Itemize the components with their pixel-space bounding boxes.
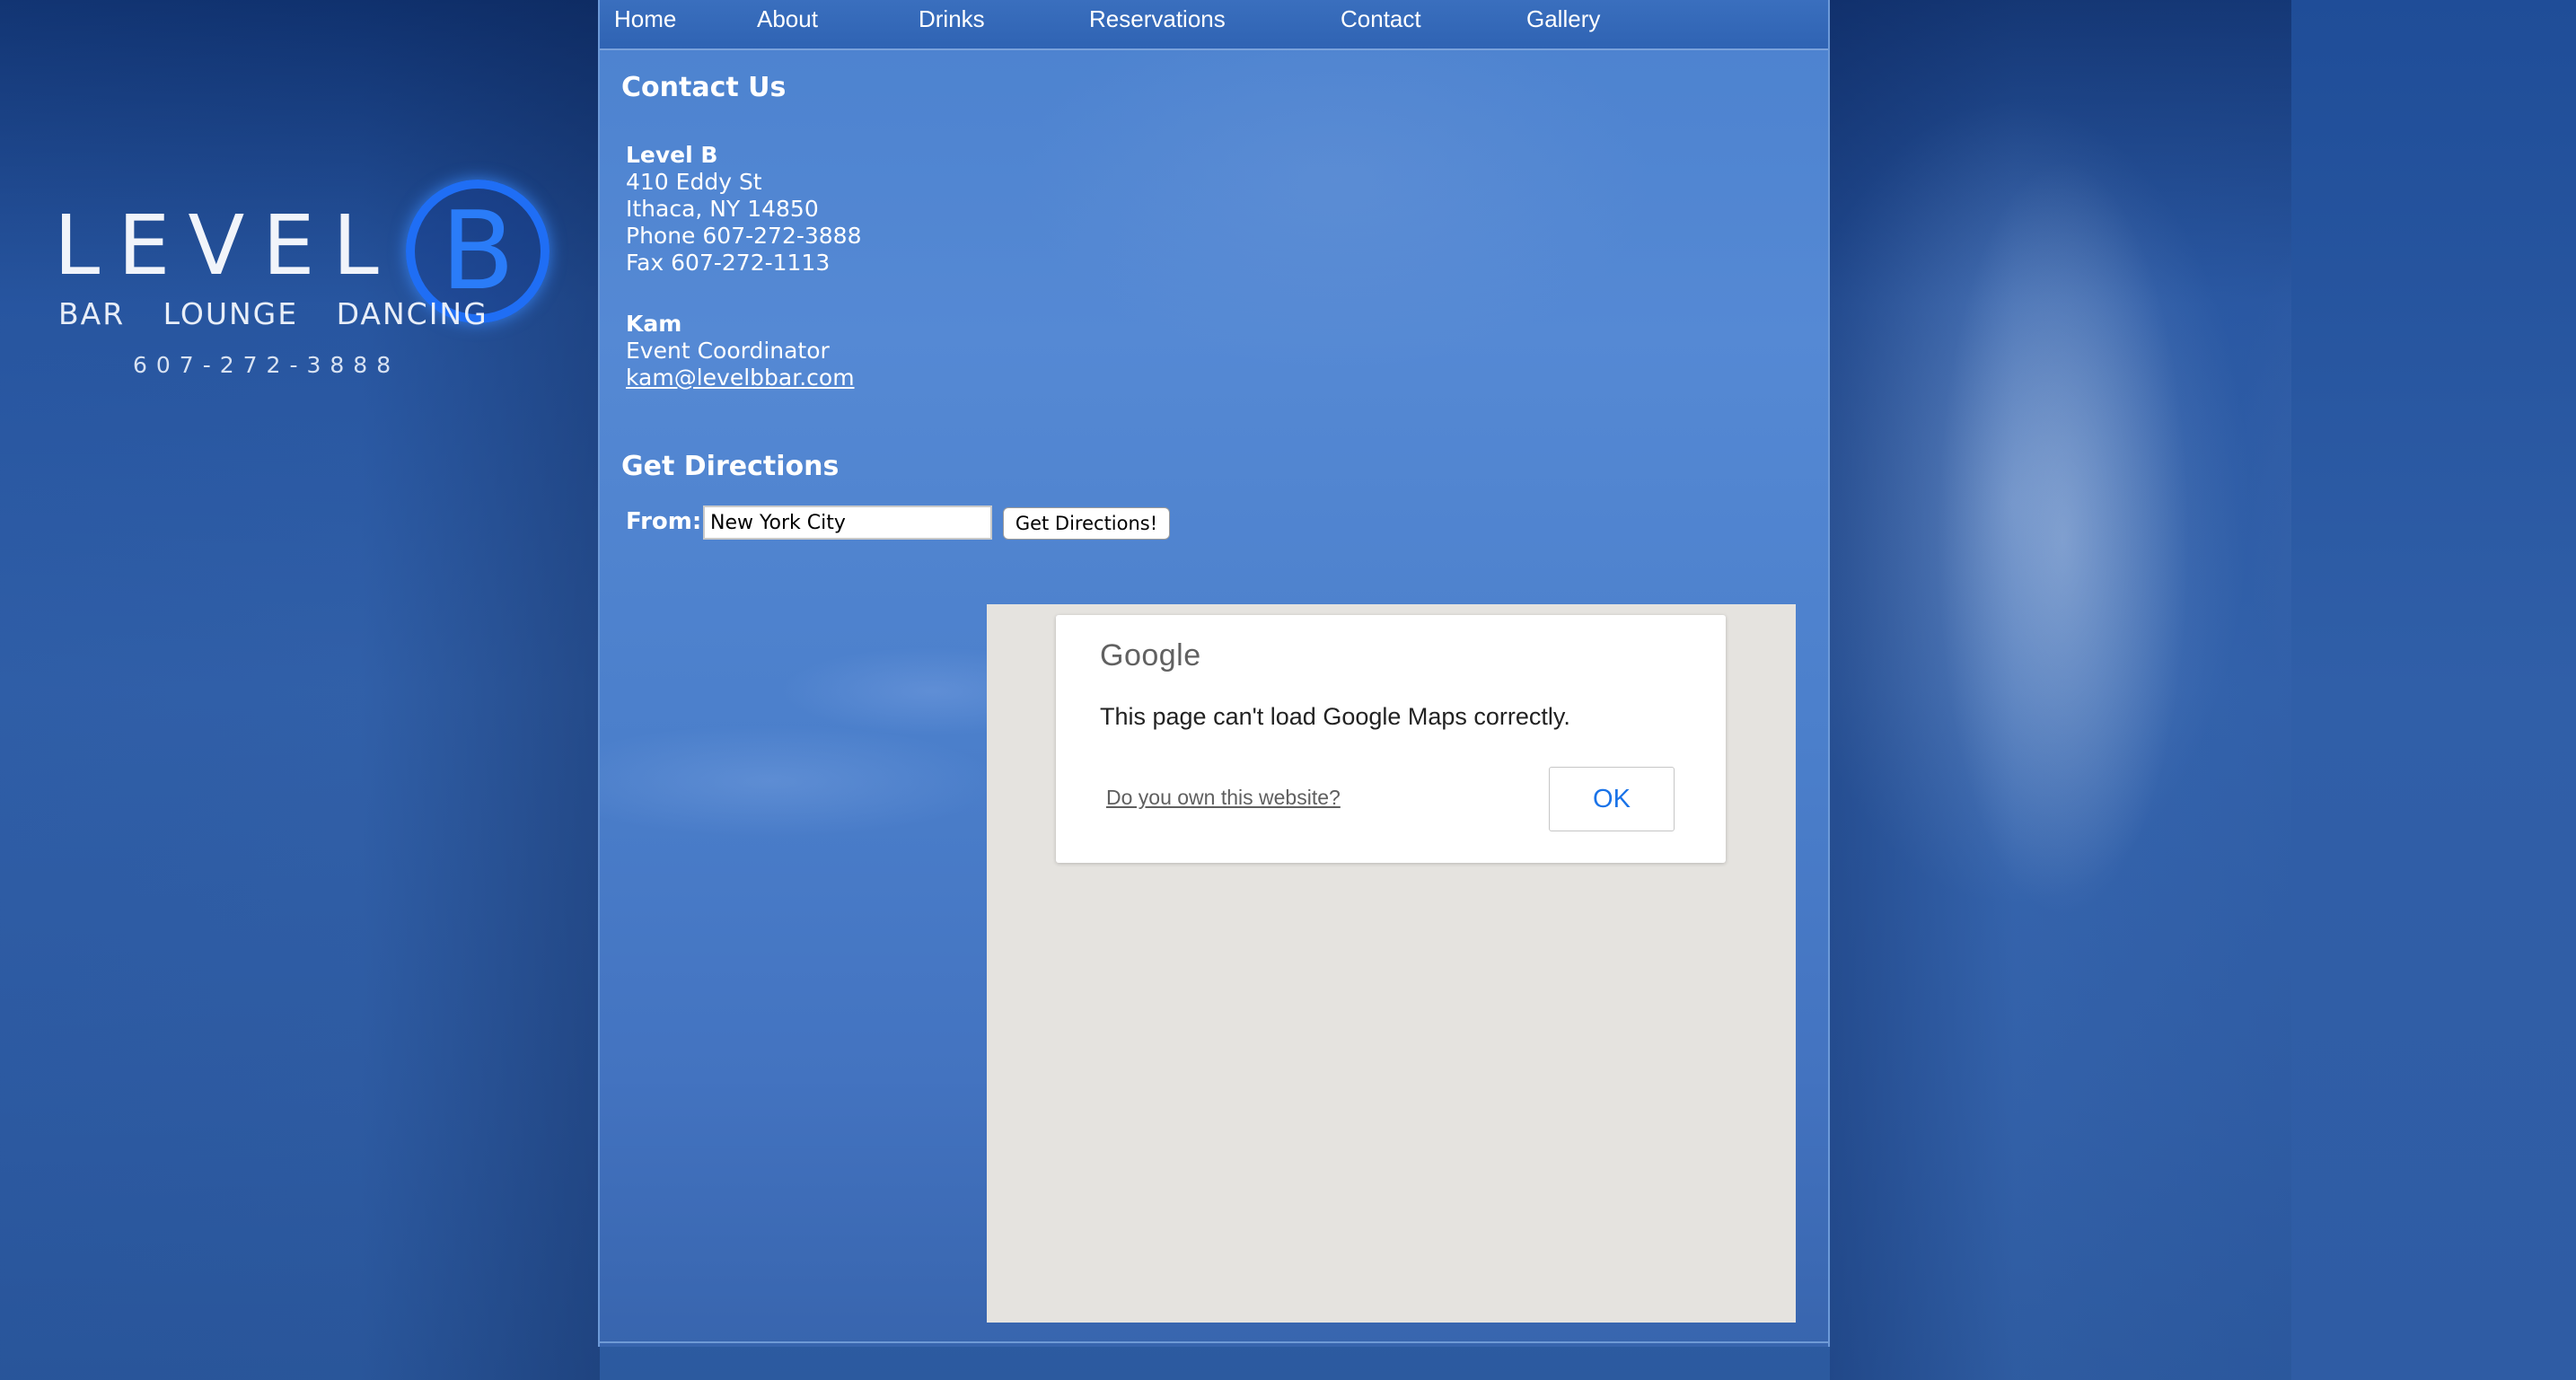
from-input[interactable] xyxy=(703,505,992,540)
page-background-right xyxy=(1830,0,2291,1380)
venue-fax: Fax 607-272-1113 xyxy=(626,250,831,276)
own-website-link[interactable]: Do you own this website? xyxy=(1106,786,1341,810)
coordinator-email-link[interactable]: kam@levelbbar.com xyxy=(626,365,855,391)
venue-phone: Phone 607-272-3888 xyxy=(626,223,862,249)
nav-drinks[interactable]: Drinks xyxy=(919,5,985,33)
site-logo[interactable]: LEVEL B BAR LOUNGE DANCING 607-272-3888 xyxy=(54,180,549,386)
nav-gallery[interactable]: Gallery xyxy=(1526,5,1600,33)
logo-b-letter: B xyxy=(440,189,515,314)
content-column-bottom-border xyxy=(598,1341,1830,1343)
ok-button[interactable]: OK xyxy=(1549,767,1675,831)
nav-about[interactable]: About xyxy=(757,5,818,33)
coordinator-name: Kam xyxy=(626,311,682,337)
contact-heading: Contact Us xyxy=(621,72,787,103)
page-background-edge xyxy=(2291,0,2576,1380)
logo-wordmark: LEVEL xyxy=(54,198,397,294)
logo-tagline: BAR LOUNGE DANCING xyxy=(58,296,488,331)
venue-city: Ithaca, NY 14850 xyxy=(626,196,819,222)
map-error-dialog: Google This page can't load Google Maps … xyxy=(1056,615,1726,863)
nav-home[interactable]: Home xyxy=(614,5,676,33)
logo-phone: 607-272-3888 xyxy=(133,352,400,378)
nav-contact[interactable]: Contact xyxy=(1341,5,1421,33)
venue-name: Level B xyxy=(626,142,718,168)
map-error-message: This page can't load Google Maps correct… xyxy=(1100,703,1570,730)
nav-reservations[interactable]: Reservations xyxy=(1089,5,1226,33)
google-logo: Google xyxy=(1100,638,1201,672)
get-directions-button[interactable]: Get Directions! xyxy=(1003,507,1170,540)
top-nav: Home About Drinks Reservations Contact G… xyxy=(600,0,1828,50)
map-container[interactable]: Google This page can't load Google Maps … xyxy=(987,604,1796,1323)
directions-heading: Get Directions xyxy=(621,451,840,482)
venue-street: 410 Eddy St xyxy=(626,169,762,195)
from-label: From: xyxy=(626,508,702,535)
coordinator-title: Event Coordinator xyxy=(626,338,830,364)
